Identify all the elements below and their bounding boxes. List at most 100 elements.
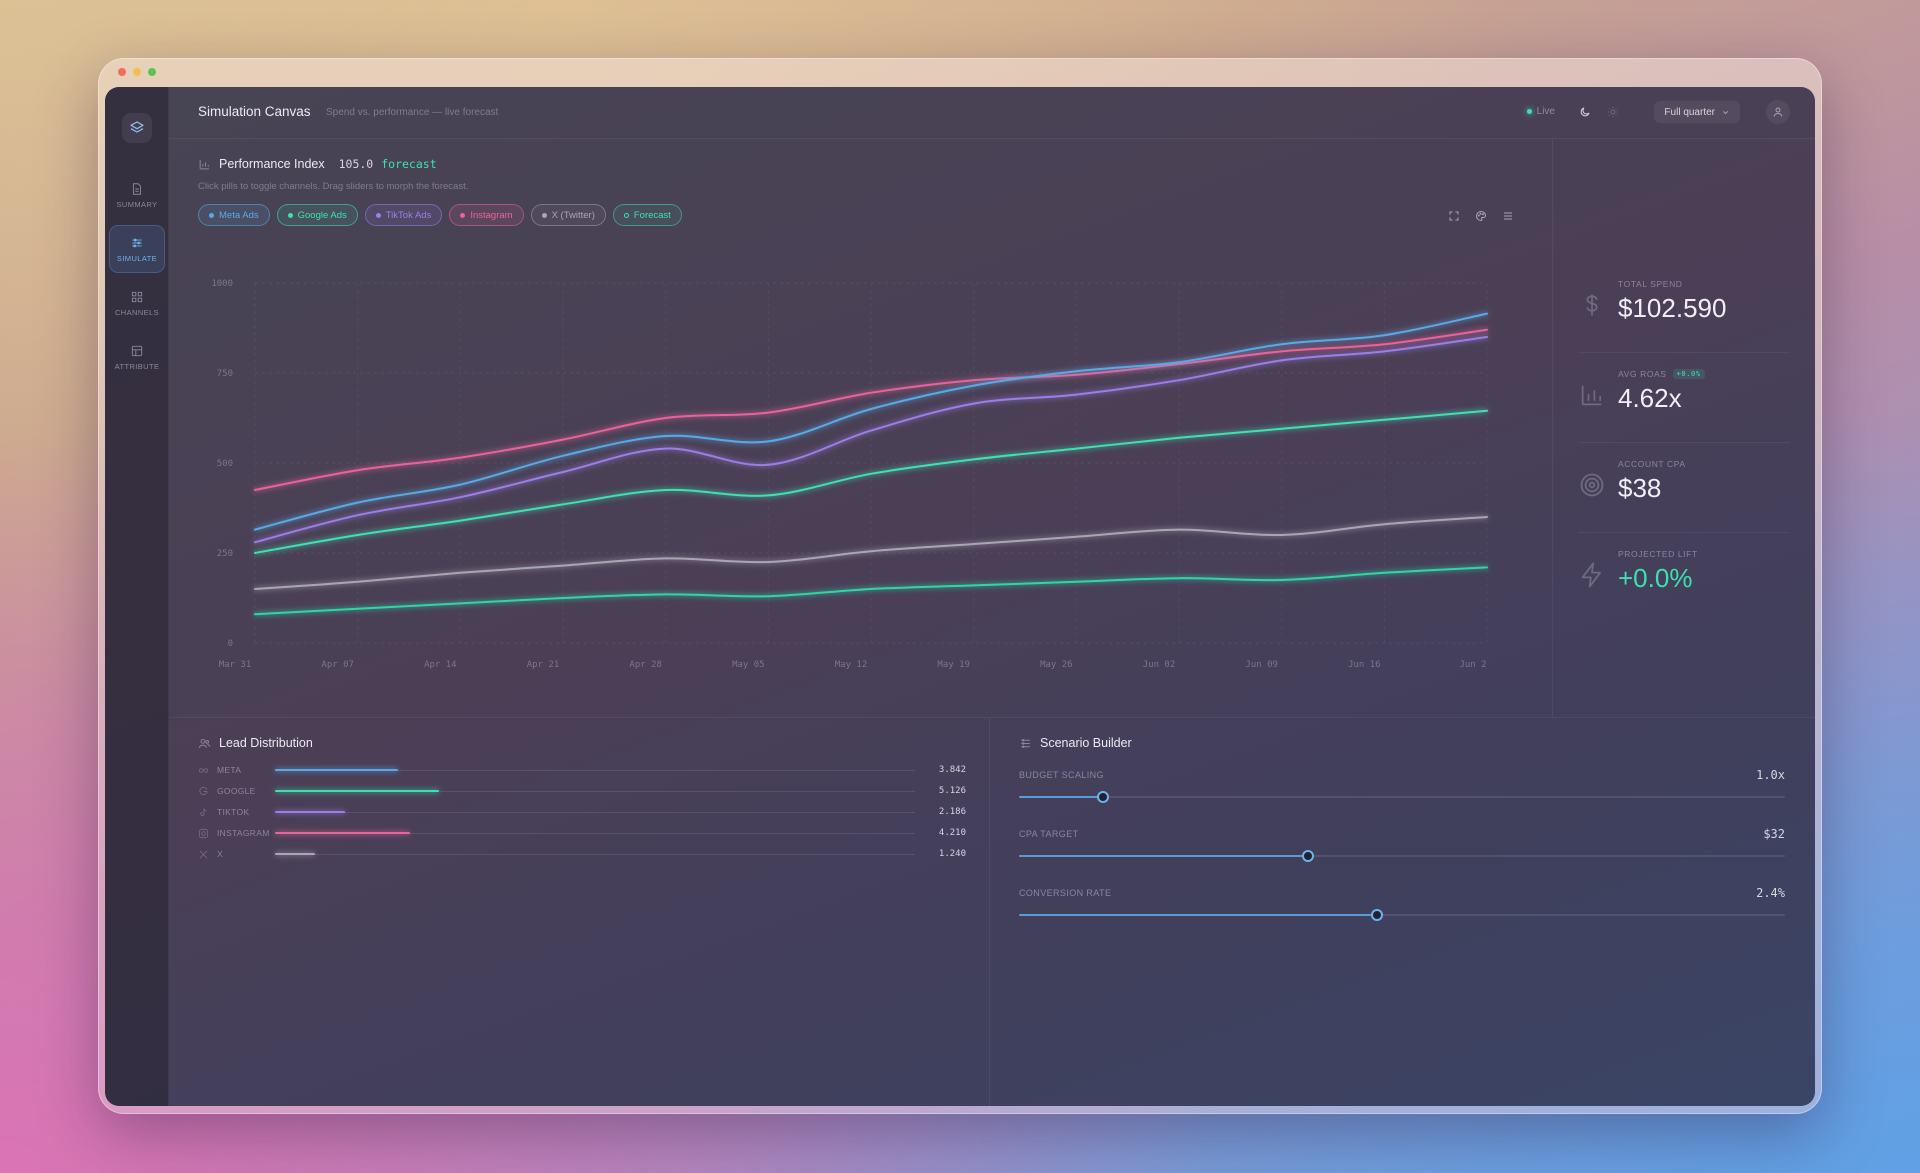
pill-x-twitter[interactable]: X (Twitter) (530, 204, 606, 226)
pill-dot-icon (209, 212, 214, 218)
pill-instagram[interactable]: Instagram (449, 204, 524, 226)
infinity-icon (198, 765, 209, 776)
kpi-label: TOTAL SPEND (1618, 279, 1683, 289)
lead-bar-track (275, 852, 915, 855)
x-tick-label: Mar 31 (219, 660, 252, 670)
lead-bar-fill (275, 789, 440, 792)
app-logo[interactable] (122, 113, 152, 143)
lead-row-x: X 1.240 (198, 844, 966, 864)
lead-bar-track (275, 810, 915, 813)
light-mode-toggle[interactable] (1603, 102, 1623, 122)
lead-bar-fill (275, 852, 315, 855)
kpi-value: $102.590 (1618, 293, 1727, 323)
x-tick-label: May 19 (937, 660, 970, 670)
maximize-window-button[interactable] (148, 68, 156, 76)
kpi-projected-lift: PROJECTED LIFT +0.0% (1578, 533, 1790, 623)
kpi-label: PROJECTED LIFT (1618, 549, 1698, 559)
pill-dot-icon (375, 212, 381, 218)
kpi-label-text: ACCOUNT CPA (1618, 459, 1686, 469)
pill-meta-ads[interactable]: Meta Ads (198, 204, 270, 226)
pill-label: TikTok Ads (385, 209, 432, 221)
slider-track[interactable] (1019, 850, 1785, 862)
pill-dot-icon (287, 212, 293, 218)
lead-row-tiktok: TIKTOK 2.186 (198, 802, 966, 822)
x-tick-label: Jun 02 (1143, 660, 1176, 670)
app-window: SUMMARY SIMULATE CHANNELS ATTRIBUTE Simu… (98, 58, 1822, 1114)
period-select[interactable]: Full quarter (1654, 101, 1740, 123)
pill-forecast[interactable]: Forecast (612, 204, 682, 226)
pill-label: Google Ads (297, 209, 347, 221)
slider-track[interactable] (1019, 791, 1785, 803)
performance-header: Performance Index 105.0 forecast (198, 157, 437, 171)
sidebar-item-attribute[interactable]: ATTRIBUTE (109, 333, 165, 381)
pill-tiktok-ads[interactable]: TikTok Ads (364, 204, 443, 226)
sidebar-item-simulate[interactable]: SIMULATE (109, 225, 165, 273)
lead-row-instagram: INSTAGRAM 4.210 (198, 823, 966, 843)
expand-icon (1449, 211, 1458, 220)
slider-cpa-target[interactable]: CPA TARGET $32 (1019, 819, 1785, 875)
dollar-icon (1586, 294, 1598, 316)
chart-menu-button[interactable] (1499, 207, 1516, 224)
palette-button[interactable] (1472, 207, 1489, 224)
document-icon (133, 182, 141, 195)
live-indicator: Live (1526, 106, 1555, 117)
user-menu-button[interactable] (1766, 100, 1790, 124)
pill-label: Meta Ads (219, 209, 259, 221)
scenario-builder-title: Scenario Builder (1040, 736, 1132, 750)
pill-dot-icon (541, 212, 547, 218)
lead-label: INSTAGRAM (217, 828, 270, 838)
dark-mode-toggle[interactable] (1575, 102, 1595, 122)
performance-panel: Performance Index 105.0 forecast Click p… (169, 139, 1553, 717)
instagram-icon (198, 828, 209, 839)
fullscreen-button[interactable] (1445, 207, 1462, 224)
x-tick-label: Apr 14 (424, 660, 457, 670)
chart-toolbar (1445, 207, 1516, 224)
bottom-section: Lead Distribution META 3.842 GOOGLE 5.12… (169, 717, 1815, 1106)
chevron-down-icon (1722, 110, 1729, 114)
lead-value: 2.186 (938, 807, 966, 817)
lead-bar-track (275, 789, 915, 792)
sidebar-item-label: ATTRIBUTE (114, 361, 160, 371)
x-tick-label: Jun 09 (1245, 660, 1278, 670)
lead-distribution-header: Lead Distribution (198, 736, 313, 750)
y-tick-label: 250 (217, 549, 233, 559)
lead-label: X (217, 849, 223, 859)
google-icon (198, 786, 209, 797)
slider-fill (1019, 914, 1377, 916)
lead-row-meta: META 3.842 (198, 760, 966, 780)
lead-bar-fill (275, 810, 345, 813)
lead-distribution-panel: Lead Distribution META 3.842 GOOGLE 5.12… (169, 718, 990, 1106)
y-tick-label: 1000 (211, 279, 233, 289)
slider-track[interactable] (1019, 909, 1785, 921)
sidebar-item-channels[interactable]: CHANNELS (109, 279, 165, 327)
app-shell: SUMMARY SIMULATE CHANNELS ATTRIBUTE Simu… (105, 87, 1815, 1106)
pill-google-ads[interactable]: Google Ads (276, 204, 358, 226)
sidebar: SUMMARY SIMULATE CHANNELS ATTRIBUTE (105, 87, 169, 1106)
slider-label: CONVERSION RATE (1019, 888, 1112, 898)
slider-value: 2.4% (1756, 886, 1785, 900)
slider-thumb[interactable] (1097, 791, 1110, 803)
menu-icon (1503, 212, 1512, 219)
target-icon (1580, 473, 1604, 497)
kpi-column: TOTAL SPEND $102.590 AVG ROAS +0.0% 4.62… (1553, 139, 1815, 717)
pill-label: X (Twitter) (551, 209, 595, 221)
kpi-total-spend: TOTAL SPEND $102.590 (1578, 263, 1790, 353)
slider-thumb[interactable] (1301, 850, 1314, 862)
slider-budget-scaling[interactable]: BUDGET SCALING 1.0x (1019, 760, 1785, 816)
kpi-label-text: TOTAL SPEND (1618, 279, 1683, 289)
page-subtitle: Spend vs. performance — live forecast (326, 107, 499, 118)
slider-conversion-rate[interactable]: CONVERSION RATE 2.4% (1019, 878, 1785, 934)
performance-chart[interactable]: 1000 750 500 250 0 Mar 31 Apr 07 Apr 14 Apr 21 Ap… (169, 239, 1553, 717)
sidebar-item-summary[interactable]: SUMMARY (109, 171, 165, 219)
lead-value: 1.240 (938, 849, 966, 859)
page-title: Simulation Canvas (198, 104, 311, 119)
kpi-value: $38 (1618, 473, 1662, 503)
y-tick-label: 500 (217, 459, 233, 469)
lead-label: GOOGLE (217, 786, 256, 796)
close-window-button[interactable] (118, 68, 126, 76)
minimize-window-button[interactable] (133, 68, 141, 76)
lead-value: 4.210 (938, 828, 966, 838)
slider-thumb[interactable] (1370, 909, 1383, 921)
pill-dot-icon (623, 212, 629, 218)
sidebar-item-label: CHANNELS (114, 307, 160, 317)
